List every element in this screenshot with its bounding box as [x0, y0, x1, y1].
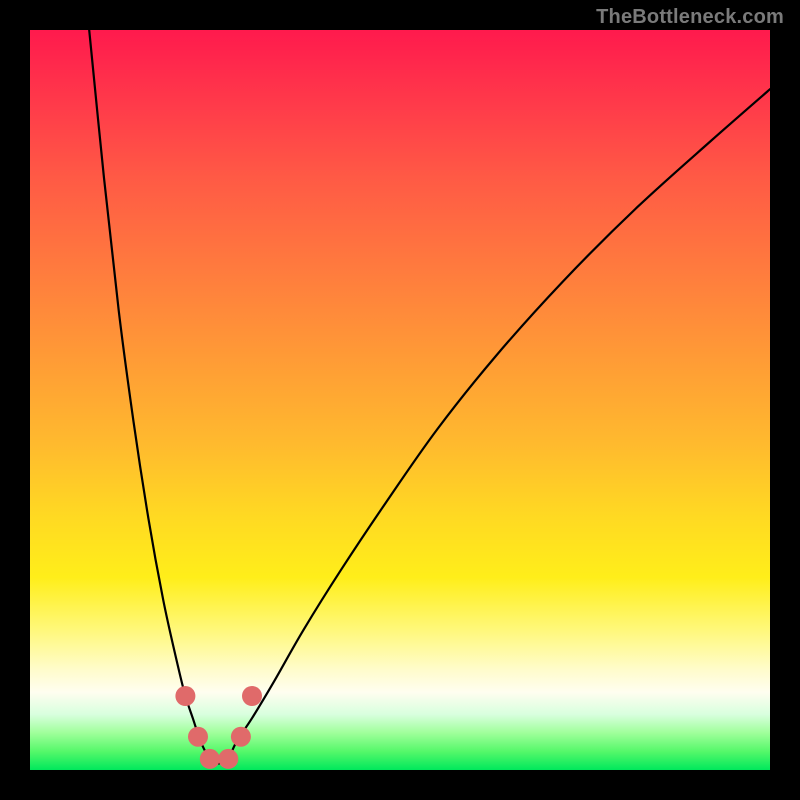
curve-marker — [188, 727, 208, 747]
chart-stage: TheBottleneck.com — [0, 0, 800, 800]
curve-marker — [231, 727, 251, 747]
plot-area — [30, 30, 770, 770]
chart-svg — [30, 30, 770, 770]
curve-marker — [200, 749, 220, 769]
curve-marker — [242, 686, 262, 706]
curve-marker — [218, 749, 238, 769]
curve-marker — [175, 686, 195, 706]
watermark-text: TheBottleneck.com — [596, 6, 784, 29]
marker-group — [175, 686, 262, 769]
bottleneck-curve-path — [89, 30, 770, 764]
